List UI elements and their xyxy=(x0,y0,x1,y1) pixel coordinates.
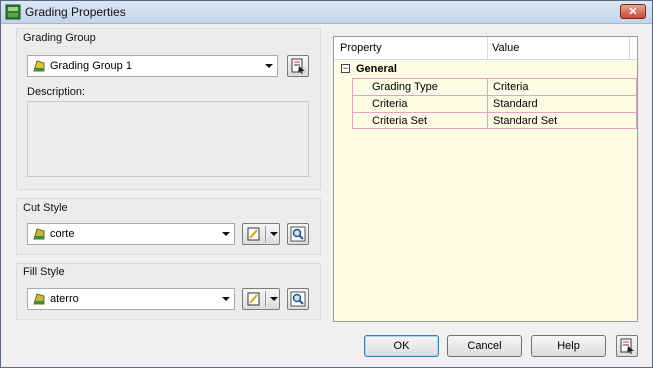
property-value[interactable]: Standard xyxy=(487,95,637,112)
property-name: Criteria xyxy=(352,95,487,112)
fill-style-select[interactable]: aterro xyxy=(27,288,235,310)
fill-style-panel: Fill Style aterro xyxy=(16,263,321,320)
chevron-down-icon[interactable] xyxy=(270,297,278,301)
cut-style-label: Cut Style xyxy=(23,202,68,214)
collapse-icon[interactable]: − xyxy=(341,64,350,73)
pick-grading-group-button[interactable] xyxy=(287,55,309,77)
property-name: Grading Type xyxy=(352,78,487,95)
chevron-down-icon[interactable] xyxy=(270,232,278,236)
ok-button[interactable]: OK xyxy=(364,335,439,357)
magnifier-icon xyxy=(290,226,306,242)
cut-style-value: corte xyxy=(50,228,75,240)
property-name: Criteria Set xyxy=(352,112,487,129)
property-row[interactable]: Criteria Standard xyxy=(352,95,637,112)
close-button[interactable]: ✕ xyxy=(620,4,646,19)
grading-app-icon xyxy=(5,4,21,20)
property-row[interactable]: Criteria Set Standard Set xyxy=(352,112,637,129)
view-fill-style-button[interactable] xyxy=(287,288,309,310)
view-cut-style-button[interactable] xyxy=(287,223,309,245)
edit-fill-style-button[interactable] xyxy=(242,288,280,310)
cut-style-panel: Cut Style corte xyxy=(16,198,321,255)
description-label: Description: xyxy=(27,86,86,98)
grading-group-icon xyxy=(33,60,45,72)
description-field[interactable] xyxy=(27,101,309,177)
edit-style-icon xyxy=(247,227,260,241)
chevron-down-icon[interactable] xyxy=(265,64,273,68)
title-bar[interactable]: Grading Properties ✕ xyxy=(1,1,652,24)
edit-cut-style-button[interactable] xyxy=(242,223,280,245)
property-grid-header: Property Value xyxy=(334,37,637,60)
help-button[interactable]: Help xyxy=(531,335,606,357)
cut-style-select[interactable]: corte xyxy=(27,223,235,245)
split-separator xyxy=(265,226,266,242)
grading-group-select[interactable]: Grading Group 1 xyxy=(27,55,278,77)
column-header-property[interactable]: Property xyxy=(340,42,382,54)
property-value[interactable]: Criteria xyxy=(487,78,637,95)
category-label: General xyxy=(356,63,397,75)
fill-style-value: aterro xyxy=(50,293,79,305)
column-divider[interactable] xyxy=(629,37,630,59)
cut-style-icon xyxy=(33,228,45,240)
property-grid-body: − General Grading Type Criteria Criteria… xyxy=(334,60,637,321)
split-separator xyxy=(265,291,266,307)
chevron-down-icon[interactable] xyxy=(222,297,230,301)
property-value[interactable]: Standard Set xyxy=(487,112,637,129)
pick-help-button[interactable] xyxy=(616,335,638,357)
grading-group-panel: Grading Group Grading Group 1 Descriptio… xyxy=(16,28,321,190)
pick-help-icon xyxy=(620,338,634,354)
edit-style-icon xyxy=(247,292,260,306)
column-header-value[interactable]: Value xyxy=(492,42,519,54)
window-title: Grading Properties xyxy=(25,5,126,19)
property-row[interactable]: Grading Type Criteria xyxy=(352,78,637,95)
grading-properties-dialog: Grading Properties ✕ Grading Group Gradi… xyxy=(0,0,653,368)
grading-group-label: Grading Group xyxy=(23,32,96,44)
column-divider[interactable] xyxy=(487,37,488,59)
fill-style-icon xyxy=(33,293,45,305)
category-row-general[interactable]: − General xyxy=(334,61,637,77)
cancel-button[interactable]: Cancel xyxy=(447,335,522,357)
magnifier-icon xyxy=(290,291,306,307)
fill-style-label: Fill Style xyxy=(23,266,65,278)
chevron-down-icon[interactable] xyxy=(222,232,230,236)
grading-group-value: Grading Group 1 xyxy=(50,60,132,72)
pick-from-drawing-icon xyxy=(291,58,305,74)
property-grid[interactable]: Property Value − General Grading Type Cr… xyxy=(333,36,638,322)
